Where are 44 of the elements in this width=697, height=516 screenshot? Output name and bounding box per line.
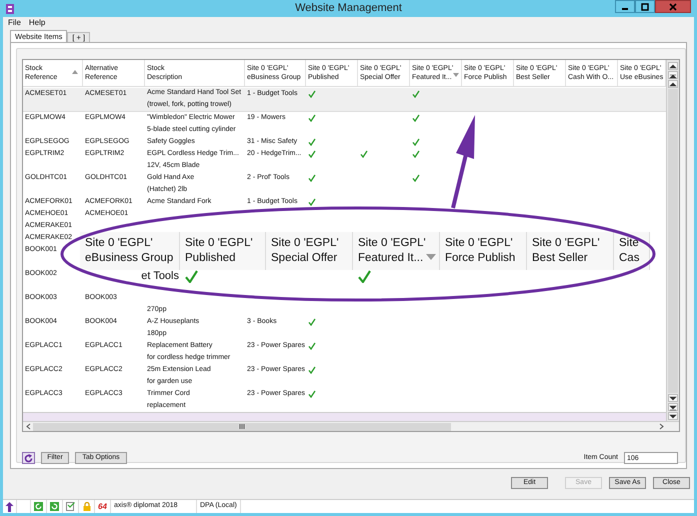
grip-icon — [239, 424, 245, 429]
zoomed-column-header: Site 0 'EGPL' Best Seller — [527, 232, 614, 270]
zoomed-column-header: Site Cas — [614, 232, 650, 270]
arrow-down-icon — [669, 394, 677, 402]
arrow-up-icon — [669, 62, 677, 70]
refresh-button[interactable] — [22, 452, 35, 464]
minimize-button[interactable] — [615, 0, 635, 13]
window-title: Website Management — [295, 1, 402, 16]
app-icon — [5, 3, 15, 15]
maximize-button[interactable] — [635, 0, 655, 13]
logo-text: 64 — [98, 500, 107, 512]
zoomed-column-header: Site 0 'EGPL' Force Publish — [440, 232, 527, 270]
scroll-thumb[interactable] — [668, 89, 678, 393]
arrow-down-icon — [669, 404, 677, 410]
arrow-up-icon — [669, 80, 677, 88]
zoomed-column-header: Site 0 'EGPL' Special Offer — [266, 232, 353, 270]
scroll-button[interactable] — [668, 403, 678, 411]
vertical-scrollbar[interactable] — [666, 60, 679, 421]
arrow-up-icon — [5, 502, 14, 512]
arrow-left-icon — [26, 423, 30, 430]
zoomed-cell: et Tools — [141, 270, 179, 283]
scroll-button[interactable] — [668, 394, 678, 402]
refresh-icon — [24, 454, 33, 462]
scroll-button[interactable] — [668, 80, 678, 88]
maximize-icon — [641, 2, 649, 10]
scroll-button[interactable] — [668, 71, 678, 79]
sort-ascending-icon — [72, 70, 78, 74]
sort-descending-icon — [453, 73, 459, 77]
zoomed-column-header: Site 0 'EGPL' Published — [180, 232, 266, 270]
horizontal-scrollbar[interactable] — [23, 421, 679, 431]
arrow-up-icon — [669, 72, 677, 78]
zoomed-column-header: Site 0 'EGPL' eBusiness Group — [80, 232, 180, 270]
arrow-down-icon — [669, 412, 677, 420]
zoomed-column-header: Site 0 'EGPL' Featured It... — [353, 232, 440, 270]
scroll-button[interactable] — [668, 62, 678, 70]
arrow-right-icon — [658, 423, 664, 430]
sort-descending-icon — [426, 254, 436, 260]
scroll-button[interactable] — [668, 412, 678, 420]
menu-item[interactable]: Help — [28, 17, 46, 29]
menu-item[interactable]: File — [8, 17, 21, 29]
scroll-thumb[interactable] — [33, 422, 451, 430]
padlock-icon — [82, 502, 90, 511]
close-icon — [669, 2, 677, 10]
close-button[interactable] — [655, 0, 691, 13]
